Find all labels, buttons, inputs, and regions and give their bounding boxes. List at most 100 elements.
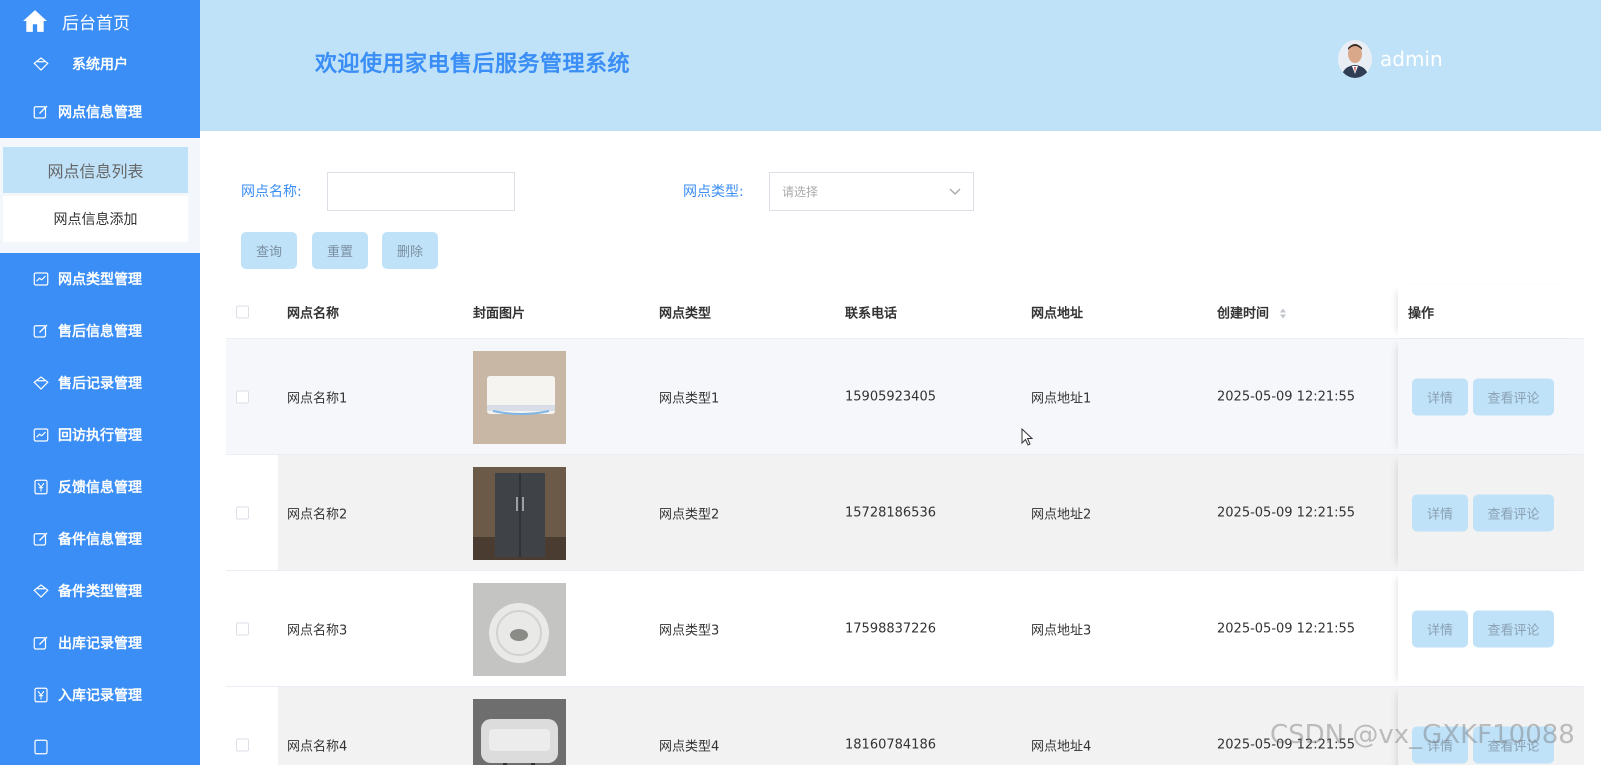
row-checkbox[interactable] <box>236 390 249 403</box>
edit-icon <box>33 532 48 546</box>
chart-icon <box>33 272 49 286</box>
column-header: 操作 <box>1408 306 1435 321</box>
view-reviews-button[interactable]: 查看评论 <box>1473 494 1554 531</box>
chevron-down-icon <box>949 188 961 195</box>
home-label: 后台首页 <box>62 13 130 34</box>
reset-button[interactable]: 重置 <box>312 232 368 269</box>
cover-image-refrigerator[interactable] <box>473 467 566 560</box>
cell-address: 网点地址3 <box>1031 623 1092 638</box>
cell-name: 网点名称2 <box>287 507 348 522</box>
header: 欢迎使用家电售后服务管理系统 admin <box>200 0 1601 131</box>
table-header: 网点名称 封面图片 网点类型 联系电话 网点地址 创建时间 操作 <box>226 285 1584 339</box>
cell-phone: 18160784186 <box>845 737 936 752</box>
row-checkbox[interactable] <box>236 622 249 635</box>
operation-cell: 详情 查看评论 <box>1398 571 1584 686</box>
cell-type: 网点类型3 <box>659 623 720 638</box>
yen-icon <box>34 687 48 703</box>
query-button[interactable]: 查询 <box>241 232 297 269</box>
sidebar-item-label: 售后记录管理 <box>58 376 142 392</box>
column-header: 联系电话 <box>845 306 898 321</box>
sidebar-item-label: 备件类型管理 <box>58 584 142 600</box>
sidebar-item-partial[interactable] <box>0 721 200 765</box>
cell-phone: 15905923405 <box>845 389 936 404</box>
cover-image-water-heater[interactable] <box>473 699 566 765</box>
avatar[interactable] <box>1338 40 1372 78</box>
diamond-icon <box>33 584 49 598</box>
submenu-item-outlet-list[interactable]: 网点信息列表 <box>3 147 188 193</box>
outlet-type-label: 网点类型: <box>683 184 744 200</box>
column-header: 封面图片 <box>473 306 526 321</box>
sidebar-item-label: 入库记录管理 <box>58 688 142 704</box>
column-header-sortable[interactable]: 创建时间 <box>1217 302 1287 321</box>
sidebar-item-inbound[interactable]: 入库记录管理 <box>0 669 200 721</box>
view-reviews-button[interactable]: 查看评论 <box>1473 378 1554 415</box>
column-header-label: 创建时间 <box>1217 306 1270 321</box>
sidebar-item-label: 网点信息管理 <box>58 105 142 121</box>
view-reviews-button[interactable]: 查看评论 <box>1473 610 1554 647</box>
row-checkbox[interactable] <box>236 506 249 519</box>
sidebar-item-label: 出库记录管理 <box>58 636 142 652</box>
outlet-type-select[interactable]: 请选择 <box>769 172 974 211</box>
detail-button[interactable]: 详情 <box>1412 378 1468 415</box>
sidebar-item-label: 反馈信息管理 <box>58 480 142 496</box>
cover-image-air-conditioner[interactable] <box>473 351 566 444</box>
row-checkbox[interactable] <box>236 738 249 751</box>
edit-icon <box>33 324 48 338</box>
table-row: 网点名称1 网点类型1 15905923405 网点地址1 2025-05-09… <box>226 339 1584 455</box>
username: admin <box>1380 47 1443 71</box>
detail-button[interactable]: 详情 <box>1412 610 1468 647</box>
sidebar-item-system-users[interactable]: 系统用户 <box>0 42 200 86</box>
cover-image-ceiling-fan[interactable] <box>473 583 566 676</box>
operation-cell: 详情 查看评论 <box>1398 455 1584 570</box>
cell-name: 网点名称1 <box>287 391 348 406</box>
column-header: 网点地址 <box>1031 306 1084 321</box>
avatar-image <box>1338 40 1372 78</box>
select-all-checkbox[interactable] <box>236 305 249 318</box>
cell-name: 网点名称3 <box>287 623 348 638</box>
sidebar-item-outbound[interactable]: 出库记录管理 <box>0 617 200 669</box>
sidebar-item-outlet-info[interactable]: 网点信息管理 <box>0 86 200 138</box>
sidebar-item-revisit[interactable]: 回访执行管理 <box>0 409 200 461</box>
watermark: CSDN @vx_GXKF10088 <box>1270 720 1575 750</box>
cell-created: 2025-05-09 12:21:55 <box>1217 389 1356 404</box>
sidebar-item-feedback[interactable]: 反馈信息管理 <box>0 461 200 513</box>
outlet-name-input[interactable] <box>327 172 515 211</box>
table-row: 网点名称2 网点类型2 15728186536 网点地址2 2025-05-09… <box>226 455 1584 571</box>
sidebar-item-label: 回访执行管理 <box>58 428 142 444</box>
cell-type: 网点类型1 <box>659 391 720 406</box>
home-icon <box>23 10 47 32</box>
operation-cell: 详情 查看评论 <box>1398 339 1584 454</box>
diamond-icon <box>33 57 49 71</box>
sidebar-item-aftersale-record[interactable]: 售后记录管理 <box>0 357 200 409</box>
cell-phone: 15728186536 <box>845 505 936 520</box>
cell-created: 2025-05-09 12:21:55 <box>1217 621 1356 636</box>
delete-button[interactable]: 删除 <box>382 232 438 269</box>
sidebar-item-outlet-type[interactable]: 网点类型管理 <box>0 253 200 305</box>
sort-icon[interactable] <box>1279 308 1287 320</box>
user-menu[interactable]: admin <box>1338 40 1443 78</box>
submenu-item-outlet-add[interactable]: 网点信息添加 <box>3 196 188 242</box>
cell-created: 2025-05-09 12:21:55 <box>1217 505 1356 520</box>
sidebar-item-label: 系统用户 <box>72 57 128 73</box>
yen-icon <box>34 479 48 495</box>
cell-address: 网点地址4 <box>1031 739 1092 754</box>
submenu: 网点信息列表 网点信息添加 <box>0 138 200 253</box>
sidebar-item-parts-info[interactable]: 备件信息管理 <box>0 513 200 565</box>
table-row: 网点名称3 网点类型3 17598837226 网点地址3 2025-05-09… <box>226 571 1584 687</box>
cell-address: 网点地址1 <box>1031 391 1092 406</box>
outlet-name-label: 网点名称: <box>241 184 302 200</box>
sidebar-item-aftersale-info[interactable]: 售后信息管理 <box>0 305 200 357</box>
sidebar-item-label: 网点类型管理 <box>58 272 142 288</box>
cell-name: 网点名称4 <box>287 739 348 754</box>
sidebar-item-label: 售后信息管理 <box>58 324 142 340</box>
cell-phone: 17598837226 <box>845 621 936 636</box>
cell-address: 网点地址2 <box>1031 507 1092 522</box>
sidebar: 后台首页 系统用户 网点信息管理 网点信息列表 网点信息添加 网点类型管理 售后… <box>0 0 200 765</box>
cell-type: 网点类型2 <box>659 507 720 522</box>
operation-column: 操作 <box>1398 285 1584 338</box>
detail-button[interactable]: 详情 <box>1412 494 1468 531</box>
chart-icon <box>33 428 49 442</box>
column-header: 网点类型 <box>659 306 712 321</box>
sidebar-item-parts-type[interactable]: 备件类型管理 <box>0 565 200 617</box>
home-link[interactable]: 后台首页 <box>0 0 200 42</box>
